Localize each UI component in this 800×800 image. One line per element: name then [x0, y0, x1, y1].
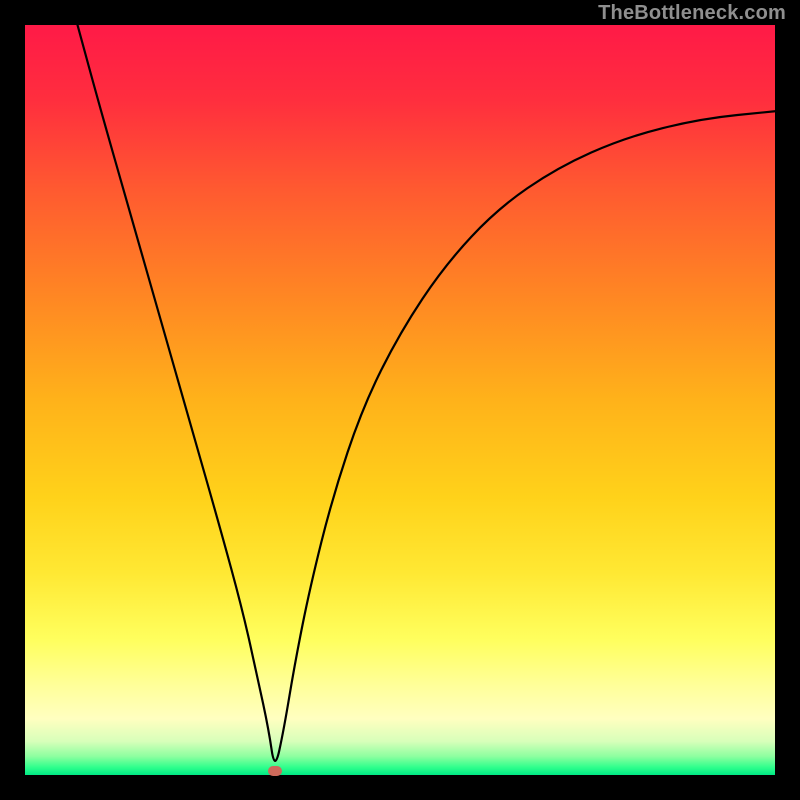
- plot-background: [25, 25, 775, 775]
- watermark-text: TheBottleneck.com: [598, 2, 786, 25]
- optimum-marker: [268, 766, 282, 776]
- chart-plot: [25, 25, 775, 775]
- chart-frame: TheBottleneck.com: [0, 0, 800, 800]
